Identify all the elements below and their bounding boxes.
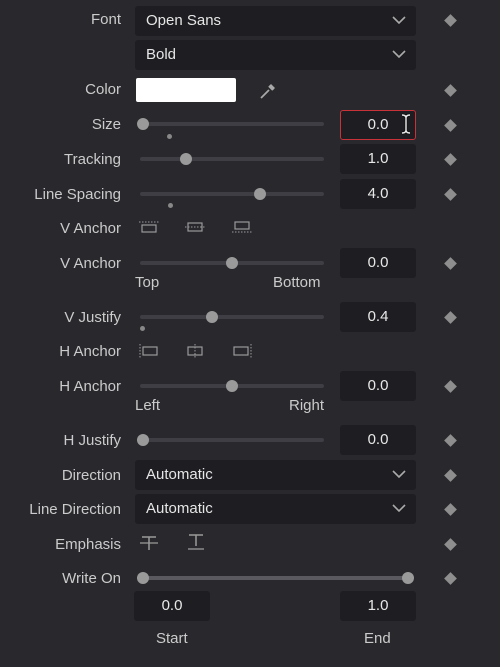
line-spacing-value: 4.0 bbox=[367, 185, 389, 202]
direction-label: Direction bbox=[61, 467, 121, 484]
v-anchor-label: V Anchor bbox=[60, 255, 121, 272]
text-cursor-icon bbox=[401, 113, 411, 135]
keyframe-diamond-emphasis[interactable] bbox=[444, 538, 457, 551]
tracking-value-field[interactable]: 1.0 bbox=[340, 144, 416, 174]
write-on-start-value: 0.0 bbox=[161, 597, 183, 614]
line-spacing-label: Line Spacing bbox=[34, 186, 121, 203]
h-justify-slider-knob[interactable] bbox=[137, 434, 149, 446]
default-marker bbox=[140, 326, 145, 331]
v-anchor-min-label: Top bbox=[135, 274, 160, 291]
size-slider-knob[interactable] bbox=[137, 118, 149, 130]
write-on-start-field[interactable]: 0.0 bbox=[134, 591, 210, 621]
h-justify-value: 0.0 bbox=[367, 431, 389, 448]
direction-value: Automatic bbox=[146, 466, 213, 483]
h-anchor-min-label: Left bbox=[135, 397, 161, 414]
h-anchor-slider-knob[interactable] bbox=[226, 380, 238, 392]
keyframe-diamond-write-on[interactable] bbox=[444, 572, 457, 585]
tracking-slider-knob[interactable] bbox=[180, 153, 192, 165]
tracking-slider[interactable] bbox=[140, 153, 324, 165]
direction-dropdown[interactable]: Automatic bbox=[135, 460, 416, 490]
emphasis-label: Emphasis bbox=[55, 536, 121, 553]
keyframe-diamond-font[interactable] bbox=[444, 14, 457, 27]
keyframe-diamond-h-justify[interactable] bbox=[444, 434, 457, 447]
h-anchor-value: 0.0 bbox=[367, 377, 389, 394]
line-spacing-slider-knob[interactable] bbox=[253, 188, 266, 200]
keyframe-diamond-size[interactable] bbox=[444, 119, 457, 132]
keyframe-diamond-line-spacing[interactable] bbox=[444, 188, 457, 201]
keyframe-diamond-color[interactable] bbox=[444, 84, 457, 97]
v-justify-slider-knob[interactable] bbox=[205, 311, 218, 323]
size-label: Size bbox=[91, 116, 121, 133]
size-slider[interactable] bbox=[137, 118, 324, 130]
h-justify-label: H Justify bbox=[63, 432, 121, 449]
font-style-value: Bold bbox=[146, 46, 177, 63]
write-on-end-knob[interactable] bbox=[402, 572, 414, 584]
write-on-range-slider[interactable] bbox=[140, 576, 410, 580]
chevron-down-icon bbox=[392, 470, 406, 479]
v-anchor-slider-knob[interactable] bbox=[226, 257, 238, 269]
strikethrough-icon[interactable] bbox=[139, 534, 159, 552]
h-anchor-label: H Anchor bbox=[59, 378, 121, 395]
keyframe-diamond-v-anchor[interactable] bbox=[444, 257, 457, 270]
default-marker bbox=[168, 203, 173, 208]
eyedropper-icon[interactable] bbox=[258, 81, 278, 101]
anchor-left-icon[interactable] bbox=[138, 343, 160, 359]
h-anchor-value-field[interactable]: 0.0 bbox=[340, 371, 416, 401]
chevron-down-icon bbox=[392, 504, 406, 513]
v-anchor-icons-label: V Anchor bbox=[60, 220, 121, 237]
v-anchor-value: 0.0 bbox=[367, 254, 389, 271]
write-on-end-label: End bbox=[364, 630, 391, 647]
line-direction-label: Line Direction bbox=[29, 501, 121, 518]
underline-icon[interactable] bbox=[186, 533, 206, 551]
v-justify-label: V Justify bbox=[64, 309, 121, 326]
anchor-middle-icon[interactable] bbox=[184, 220, 206, 234]
line-spacing-slider[interactable] bbox=[140, 188, 324, 200]
chevron-down-icon bbox=[392, 50, 406, 59]
keyframe-diamond-h-anchor[interactable] bbox=[444, 380, 457, 393]
write-on-start-knob[interactable] bbox=[137, 572, 149, 584]
write-on-end-field[interactable]: 1.0 bbox=[340, 591, 416, 621]
v-justify-value: 0.4 bbox=[367, 308, 389, 325]
h-anchor-slider[interactable] bbox=[140, 380, 324, 392]
anchor-top-icon[interactable] bbox=[138, 220, 160, 234]
chevron-down-icon bbox=[392, 16, 406, 25]
v-anchor-max-label: Bottom bbox=[273, 274, 321, 291]
font-style-dropdown[interactable]: Bold bbox=[135, 40, 416, 70]
line-direction-dropdown[interactable]: Automatic bbox=[135, 494, 416, 524]
v-anchor-slider[interactable] bbox=[140, 257, 324, 269]
keyframe-diamond-tracking[interactable] bbox=[444, 153, 457, 166]
anchor-right-icon[interactable] bbox=[231, 343, 253, 359]
write-on-label: Write On bbox=[62, 570, 121, 587]
h-justify-value-field[interactable]: 0.0 bbox=[340, 425, 416, 455]
write-on-end-value: 1.0 bbox=[367, 597, 389, 614]
v-anchor-value-field[interactable]: 0.0 bbox=[340, 248, 416, 278]
h-anchor-max-label: Right bbox=[289, 397, 325, 414]
color-label: Color bbox=[85, 81, 121, 98]
size-value: 0.0 bbox=[367, 116, 389, 133]
default-marker bbox=[167, 134, 172, 139]
anchor-bottom-icon[interactable] bbox=[231, 220, 253, 234]
h-justify-slider[interactable] bbox=[137, 434, 324, 446]
font-label: Font bbox=[90, 11, 121, 28]
tracking-label: Tracking bbox=[64, 151, 121, 168]
v-justify-value-field[interactable]: 0.4 bbox=[340, 302, 416, 332]
keyframe-diamond-v-justify[interactable] bbox=[444, 311, 457, 324]
anchor-center-icon[interactable] bbox=[184, 343, 206, 359]
keyframe-diamond-direction[interactable] bbox=[444, 469, 457, 482]
v-justify-slider[interactable] bbox=[140, 311, 324, 323]
font-family-value: Open Sans bbox=[146, 12, 222, 29]
line-spacing-value-field[interactable]: 4.0 bbox=[340, 179, 416, 209]
font-family-dropdown[interactable]: Open Sans bbox=[135, 6, 416, 36]
h-anchor-icons-label: H Anchor bbox=[59, 343, 121, 360]
color-swatch[interactable] bbox=[136, 78, 236, 102]
line-direction-value: Automatic bbox=[146, 500, 213, 517]
keyframe-diamond-line-direction[interactable] bbox=[444, 503, 457, 516]
write-on-start-label: Start bbox=[156, 630, 188, 647]
tracking-value: 1.0 bbox=[367, 150, 389, 167]
